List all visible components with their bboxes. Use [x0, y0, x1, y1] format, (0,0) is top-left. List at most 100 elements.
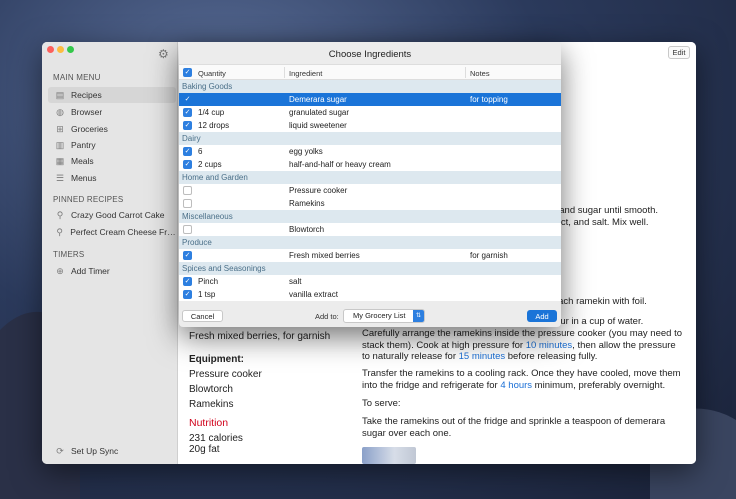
ingredient-checkbox[interactable]: ✓ [183, 160, 192, 169]
minimize-window-button[interactable] [57, 46, 64, 53]
calories: 231 calories [189, 433, 243, 444]
ingredient-checkbox[interactable]: ✓ [183, 290, 192, 299]
timer-link-10-minutes[interactable]: 10 minutes [526, 340, 572, 351]
table-row[interactable]: ✓ Demerara sugar for topping [179, 93, 561, 106]
sidebar-item-pantry[interactable]: ▥ Pantry [48, 137, 176, 153]
ingredient-checkbox[interactable]: ✓ [183, 108, 192, 117]
table-row[interactable]: ✓ Fresh mixed berries for garnish [179, 249, 561, 262]
calendar-icon: ▦ [55, 155, 65, 166]
group-label: Dairy [182, 134, 201, 143]
instruction-step-cool: Transfer the ramekins to a cooling rack.… [362, 368, 681, 391]
notes-cell: for topping [470, 95, 508, 104]
table-row[interactable]: ✓ Pinch salt [179, 275, 561, 288]
ingredient-checkbox[interactable]: ✓ [183, 277, 192, 286]
ingredient-checkbox[interactable] [183, 225, 192, 234]
fat: 20g fat [189, 444, 220, 455]
ingredient-cell: Ramekins [289, 199, 325, 208]
set-up-sync-button[interactable]: ⟳ Set Up Sync [48, 443, 176, 459]
ingredient-cell: Pressure cooker [289, 186, 348, 195]
column-notes[interactable]: Notes [470, 69, 490, 78]
pin-icon: ⚲ [56, 226, 63, 237]
ingredient-cell: half-and-half or heavy cream [289, 160, 391, 169]
group-header: Dairy [179, 132, 561, 145]
instruction-step-cook: Carefully arrange the ramekins inside th… [362, 328, 682, 362]
ingredient-checkbox[interactable]: ✓ [183, 95, 192, 104]
globe-icon: ◍ [56, 106, 64, 117]
group-label: Miscellaneous [182, 212, 233, 221]
cancel-button[interactable]: Cancel [182, 310, 223, 322]
timers-header: TIMERS [53, 250, 85, 259]
book-icon: ▤ [55, 89, 65, 100]
grocery-list-select[interactable]: My Grocery List ⇅ [343, 309, 425, 323]
timer-link-15-minutes[interactable]: 15 minutes [459, 351, 505, 362]
table-row[interactable]: Ramekins [179, 197, 561, 210]
add-button[interactable]: Add [527, 310, 557, 322]
ingredient-checkbox[interactable] [183, 199, 192, 208]
nutrition-link[interactable]: Nutrition [189, 416, 349, 431]
table-row[interactable]: ✓ 1/4 cup granulated sugar [179, 106, 561, 119]
select-all-checkbox[interactable]: ✓ [183, 68, 192, 77]
ingredient-checkbox[interactable]: ✓ [183, 147, 192, 156]
pinned-item-carrot-cake[interactable]: ⚲ Crazy Good Carrot Cake [48, 207, 176, 223]
group-header: Baking Goods [179, 80, 561, 93]
recipe-left-column: Fresh mixed berries, for garnish Equipme… [189, 329, 349, 455]
quantity-cell: 1 tsp [198, 290, 216, 299]
table-row[interactable]: ✓ 1 tsp vanilla extract [179, 288, 561, 301]
quantity-cell: 6 [198, 147, 203, 156]
group-label: Spices and Seasonings [182, 264, 266, 273]
plus-circle-icon: ⊕ [56, 265, 64, 276]
ingredient-checkbox[interactable]: ✓ [183, 121, 192, 130]
equipment-item: Blowtorch [189, 384, 233, 395]
pinned-recipes-header: PINNED RECIPES [53, 195, 124, 204]
sidebar-item-recipes[interactable]: ▤ Recipes [48, 87, 176, 103]
ingredient-cell: granulated sugar [289, 108, 350, 117]
list-icon: ☰ [55, 172, 65, 183]
ingredient-checkbox[interactable]: ✓ [183, 251, 192, 260]
ingredient-checkbox[interactable] [183, 186, 192, 195]
quantity-cell: 2 cups [198, 160, 222, 169]
add-timer-button[interactable]: ⊕ Add Timer [48, 263, 176, 279]
table-row[interactable]: Blowtorch [179, 223, 561, 236]
ingredient-cell: salt [289, 277, 302, 286]
sidebar-item-groceries[interactable]: ⊞ Groceries [48, 121, 176, 137]
group-header: Produce [179, 236, 561, 249]
serve-text: Take the ramekins out of the fridge and … [362, 416, 666, 439]
pinned-item-cream-cheese-frosting[interactable]: ⚲ Perfect Cream Cheese Fros... [48, 224, 176, 240]
group-header: Home and Garden [179, 171, 561, 184]
sidebar-item-menus[interactable]: ☰ Menus [48, 170, 176, 186]
sidebar-item-meals[interactable]: ▦ Meals [48, 153, 176, 169]
timer-link-4-hours[interactable]: 4 hours [500, 380, 532, 391]
sheet-footer: Cancel Add to: My Grocery List ⇅ Add [179, 301, 561, 327]
window-controls [47, 46, 74, 53]
column-quantity[interactable]: Quantity [198, 69, 226, 78]
quantity-cell: Pinch [198, 277, 219, 286]
choose-ingredients-sheet: Choose Ingredients ✓ Quantity Ingredient… [179, 42, 561, 327]
recipe-photo-thumbnail[interactable] [362, 447, 416, 464]
group-header: Miscellaneous [179, 210, 561, 223]
add-to-label: Add to: [315, 312, 339, 321]
table-row[interactable]: Pressure cooker [179, 184, 561, 197]
ingredients-table: ✓ Quantity Ingredient Notes Baking Goods… [179, 64, 561, 301]
sidebar-item-browser[interactable]: ◍ Browser [48, 104, 176, 120]
equipment-item: Ramekins [189, 399, 234, 410]
garnish-line: Fresh mixed berries, for garnish [189, 331, 331, 342]
column-ingredient[interactable]: Ingredient [289, 69, 322, 78]
group-label: Produce [182, 238, 212, 247]
close-window-button[interactable] [47, 46, 54, 53]
gear-icon[interactable]: ⚙ [158, 47, 169, 61]
group-label: Home and Garden [182, 173, 248, 182]
quantity-cell: 1/4 cup [198, 108, 225, 117]
ingredient-cell: Fresh mixed berries [289, 251, 360, 260]
zoom-window-button[interactable] [67, 46, 74, 53]
table-row[interactable]: ✓ 12 drops liquid sweetener [179, 119, 561, 132]
chevron-updown-icon: ⇅ [413, 310, 424, 322]
sync-icon: ⟳ [56, 445, 64, 456]
table-row[interactable]: ✓ 6 egg yolks [179, 145, 561, 158]
main-menu-header: MAIN MENU [53, 73, 101, 82]
table-row[interactable]: ✓ 2 cups half-and-half or heavy cream [179, 158, 561, 171]
sidebar: ⚙ MAIN MENU ▤ Recipes ◍ Browser ⊞ Groceries… [42, 42, 178, 464]
edit-button[interactable]: Edit [668, 46, 690, 59]
ingredient-cell: Blowtorch [289, 225, 325, 234]
pantry-icon: ▥ [55, 139, 65, 150]
ingredient-cell: egg yolks [289, 147, 323, 156]
